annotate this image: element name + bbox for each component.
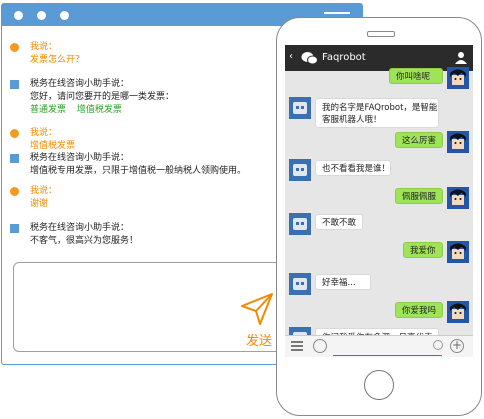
voice-icon[interactable]: [313, 339, 327, 353]
message-line: 不客气，很高兴为您服务！: [30, 236, 139, 246]
message-line: 谢谢: [30, 199, 49, 209]
user-avatar: [447, 67, 469, 89]
user-chat-bubble: 这么厉害: [395, 132, 443, 148]
user-avatar: [447, 131, 469, 153]
phone-speaker: [367, 31, 395, 37]
message-line: 税务在线咨询小助手说：: [30, 223, 130, 233]
window-menu-icon[interactable]: [324, 12, 350, 14]
message-line: 我说：: [30, 186, 58, 196]
bot-square-icon: [10, 224, 19, 233]
user-dot-icon: [10, 129, 19, 138]
window-dot-2[interactable]: [37, 11, 46, 20]
user-chat-bubble: 你叫啥呢: [389, 68, 443, 84]
message-line[interactable]: 普通发票 增值税发票: [30, 104, 174, 117]
paper-plane-icon[interactable]: [240, 292, 274, 326]
user-dot-icon: [10, 43, 19, 52]
user-avatar: [447, 301, 469, 323]
phone-screen: ‹ Faqrobot 你叫啥呢我的名字是FAQrobot，是智能 客服机器人哦！…: [285, 45, 473, 357]
message-line: 我说：: [30, 128, 58, 138]
robot-avatar: [289, 273, 311, 295]
user-dot-icon: [10, 187, 19, 196]
user-chat-bubble: 佩服佩服: [395, 188, 443, 204]
chat-message-input[interactable]: [333, 339, 442, 356]
menu-icon[interactable]: [291, 340, 303, 352]
robot-avatar: [289, 159, 311, 181]
robot-avatar: [289, 213, 311, 235]
user-avatar: [447, 187, 469, 209]
back-button[interactable]: ‹: [289, 51, 293, 62]
bot-chat-bubble: 我的名字是FAQrobot，是智能 客服机器人哦！: [315, 98, 439, 128]
person-icon[interactable]: [455, 51, 467, 64]
bot-square-icon: [10, 154, 19, 163]
message-line: 税务在线咨询小助手说：: [30, 79, 130, 89]
home-button[interactable]: [364, 370, 394, 400]
user-chat-bubble: 你爱我吗: [395, 302, 443, 318]
message-line: 税务在线咨询小助手说：: [30, 153, 130, 163]
message-line: 您好，请问您要开的是哪一类发票：: [30, 92, 175, 102]
bot-chat-bubble: 不敢不敢: [315, 214, 363, 230]
bot-square-icon: [10, 80, 19, 89]
chat-title-bar: ‹ Faqrobot: [285, 45, 473, 71]
smile-icon[interactable]: [433, 340, 443, 350]
chat-title: Faqrobot: [322, 52, 366, 63]
user-avatar: [447, 241, 469, 263]
wechat-icon: [301, 52, 318, 65]
window-dot-3[interactable]: [60, 11, 69, 20]
message-line: 我说：: [30, 42, 58, 52]
bot-chat-bubble: 也不看看我是谁！: [315, 160, 391, 176]
message-line: 发票怎么开？: [30, 55, 85, 65]
plus-icon[interactable]: +: [450, 339, 464, 353]
window-dot-1[interactable]: [14, 11, 23, 20]
robot-avatar: [289, 97, 311, 119]
send-button[interactable]: 发送: [246, 330, 272, 349]
user-chat-bubble: 我爱你: [403, 242, 443, 258]
phone-device: ‹ Faqrobot 你叫啥呢我的名字是FAQrobot，是智能 客服机器人哦！…: [276, 17, 482, 416]
bot-chat-bubble: 好幸福...: [315, 274, 371, 290]
chat-input-bar: +: [285, 335, 473, 357]
message-line: 增值税专用发票，只限于增值税一般纳税人领购使用。: [30, 166, 247, 176]
